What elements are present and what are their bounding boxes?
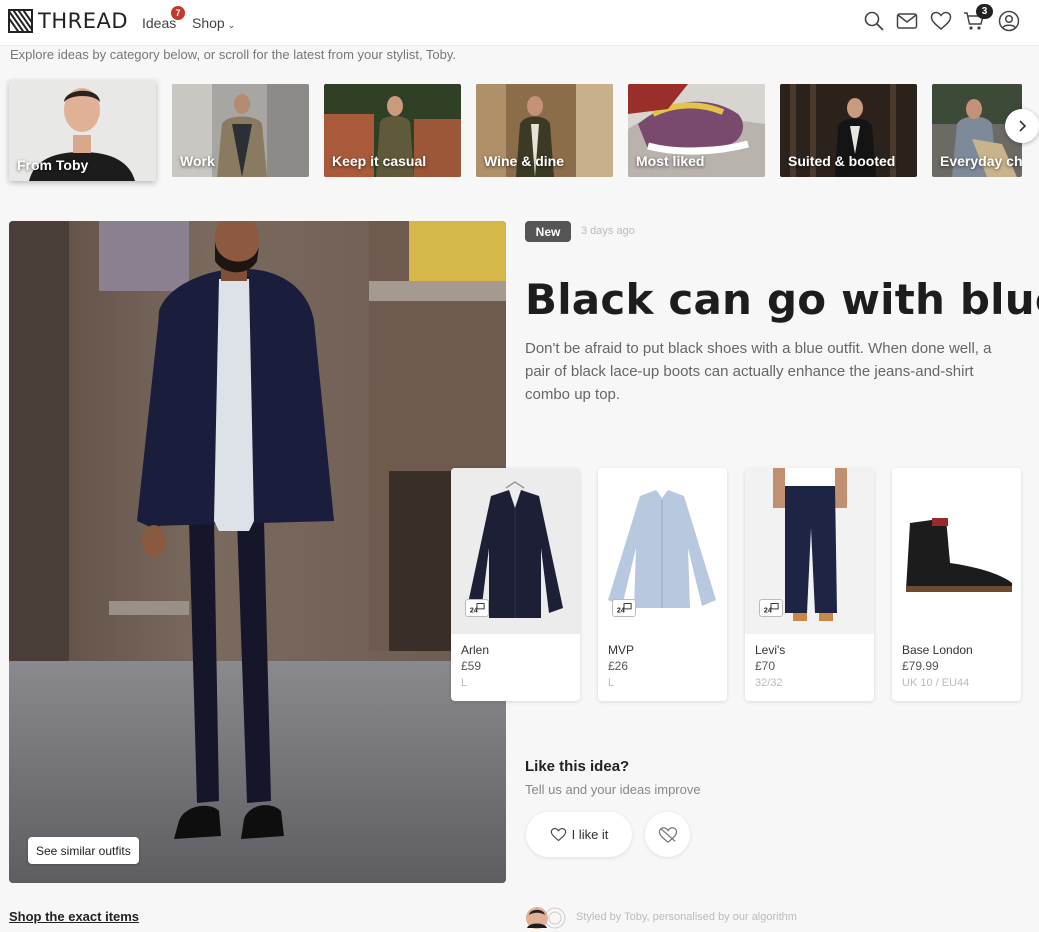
top-header: THREAD Ideas 7 Shop ⌄ 3 [0,0,1039,46]
delivery-24h-icon: 24 [465,599,489,617]
mail-icon[interactable] [896,10,918,32]
ideas-count-badge: 7 [171,6,185,20]
product-size: L [461,677,468,689]
like-button[interactable]: I like it [526,812,632,857]
category-label: Everyday chi [940,153,1022,169]
feedback-title: Like this idea? [525,758,630,775]
category-label: Work [180,153,215,169]
boot-image [892,468,1021,634]
product-card[interactable]: 24 Arlen £59 L [451,468,580,701]
category-suited-and-booted[interactable]: Suited & booted [780,84,917,177]
product-price: £70 [755,659,776,673]
delivery-24h-icon: 24 [759,599,783,617]
category-label: Keep it casual [332,153,427,169]
like-label: I like it [571,827,609,842]
new-badge: New [525,221,571,242]
feedback-subtitle: Tell us and your ideas improve [525,782,701,797]
nav-shop-label: Shop [192,15,225,31]
product-brand: MVP [608,643,635,657]
category-label: From Toby [17,157,89,173]
category-work[interactable]: Work [172,84,309,177]
idea-title: Black can go with blue [525,275,1039,324]
product-brand: Arlen [461,643,490,657]
dislike-button[interactable] [645,812,690,857]
product-price: £79.99 [902,659,939,673]
product-price: £26 [608,659,629,673]
see-similar-outfits-button[interactable]: See similar outfits [28,837,139,864]
thread-logo[interactable]: THREAD [8,9,128,33]
category-label: Suited & booted [788,153,896,169]
heart-icon[interactable] [930,10,952,32]
cart-count-badge: 3 [976,4,993,19]
logo-text: THREAD [38,9,129,33]
shop-exact-items-link[interactable]: Shop the exact items [9,909,139,924]
product-card[interactable]: 24 Levi's £70 32/32 [745,468,874,701]
heart-outline-icon [550,827,566,842]
category-from-toby[interactable]: From Toby [9,80,156,181]
nav-shop-link[interactable]: Shop ⌄ [192,15,235,31]
product-size: L [608,677,615,689]
product-brand: Base London [902,643,973,657]
idea-description: Don't be afraid to put black shoes with … [525,340,992,403]
product-size: 32/32 [755,677,783,689]
broken-heart-icon [658,826,677,843]
styled-by-text: Styled by Toby, personalised by our algo… [576,911,797,923]
category-keep-it-casual[interactable]: Keep it casual [324,84,461,177]
nav-ideas-link[interactable]: Ideas [142,15,176,31]
outfit-photo [9,221,506,883]
posted-time: 3 days ago [581,225,635,237]
category-wine-and-dine[interactable]: Wine & dine [476,84,613,177]
product-size: UK 10 / EU44 [902,677,970,689]
product-card[interactable]: Base London £79.99 UK 10 / EU44 [892,468,1021,701]
product-price: £59 [461,659,482,673]
chevron-down-icon: ⌄ [227,20,236,30]
product-brand: Levi's [755,643,786,657]
carousel-next-button[interactable] [1005,109,1039,143]
hero-outfit-image[interactable] [9,221,506,883]
chevron-right-icon [1019,120,1027,132]
explore-subtext: Explore ideas by category below, or scro… [10,47,457,62]
product-card[interactable]: 24 MVP £26 L [598,468,727,701]
category-most-liked[interactable]: Most liked [628,84,765,177]
category-label: Wine & dine [484,153,564,169]
stylist-avatar [526,907,566,929]
category-label: Most liked [636,153,705,169]
delivery-24h-icon: 24 [612,599,636,617]
account-icon[interactable] [998,10,1020,32]
search-icon[interactable] [863,10,885,32]
logo-mark-icon [8,9,33,33]
